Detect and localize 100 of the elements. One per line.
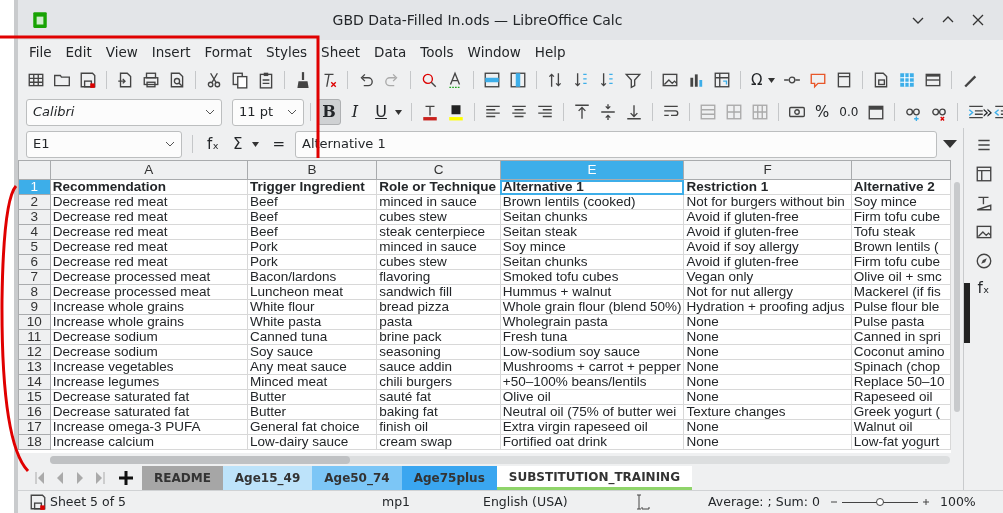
column-header[interactable]: C [376,160,501,180]
align-bottom-icon[interactable] [625,103,643,121]
filter-icon[interactable] [624,71,642,89]
function-wizard-button[interactable]: fₓ [207,136,219,152]
zoom-in-icon[interactable] [922,498,930,506]
export-icon[interactable] [116,71,134,89]
menu-item[interactable]: Edit [58,41,99,63]
menu-item[interactable]: Sheet [314,41,368,63]
special-character-button[interactable]: Ω [751,72,763,88]
print-icon[interactable] [142,71,160,89]
table-cell: Hydration + proofing adjus [683,299,852,315]
font-size-field[interactable]: 11 pt [232,98,304,126]
cut-icon[interactable] [205,71,223,89]
properties-icon[interactable] [974,165,993,183]
caret-icon[interactable] [252,141,260,147]
unmerge-cells-icon[interactable] [725,103,743,121]
table-cell: None [683,359,852,375]
column-header[interactable]: F [683,160,852,180]
sidebar-handle[interactable] [964,283,970,343]
percent-format-button[interactable]: % [815,104,830,120]
corner-cell[interactable] [18,160,51,180]
dropdown-icon[interactable] [165,141,175,147]
table-cell: sauté fat [376,389,501,405]
add-sheet-icon[interactable] [118,470,134,486]
align-middle-icon[interactable] [599,103,617,121]
image-icon[interactable] [661,71,679,89]
spreadsheet-grid[interactable] [18,160,951,450]
sheet-tab[interactable]: Age15_49 [222,466,313,490]
column-header[interactable]: B [247,160,377,180]
table-cell: bread pizza [376,299,501,315]
row-icon[interactable] [483,71,501,89]
menu-item[interactable]: Insert [144,41,198,63]
font-name-field[interactable]: Calibri [26,98,222,126]
italic-button[interactable]: I [343,99,367,125]
find-icon[interactable] [420,71,438,89]
dropdown-icon[interactable] [205,109,215,115]
copy-icon[interactable] [231,71,249,89]
split-window-icon[interactable] [924,71,943,89]
gallery-icon[interactable] [974,223,993,241]
save-icon[interactable] [79,71,97,89]
column-header[interactable]: A [50,160,248,180]
dropdown-icon[interactable] [287,109,297,115]
menu-item[interactable]: Format [197,41,260,63]
sheet-tab[interactable]: SUBSTITUTION_TRAINING [496,466,692,490]
column-icon[interactable] [509,71,527,89]
menu-item[interactable]: Help [527,41,573,63]
menu-item[interactable]: Tools [413,41,461,63]
table-cell: Low-fat yogurt [851,434,951,450]
caret-icon[interactable] [395,109,402,115]
table-cell: Brown lentils (cooked) [500,194,684,210]
number-format-button[interactable]: 0.0 [839,106,859,118]
styles-icon[interactable] [974,194,993,212]
menu-item[interactable]: File [22,41,59,63]
sort-ascending-icon[interactable] [572,71,590,89]
menu-item[interactable]: Styles [259,41,315,63]
align-top-icon[interactable] [573,103,591,121]
more-tools-button[interactable]: » [982,103,993,121]
print-preview-icon[interactable] [168,71,186,89]
close-icon[interactable] [971,13,985,27]
sheet-tab[interactable]: README [142,466,223,490]
underline-button[interactable]: U [369,99,393,125]
paste-icon[interactable] [257,71,275,89]
menu-item[interactable]: Data [367,41,414,63]
table-cell: Not for burgers without bin [683,194,852,210]
table-cell: Recommendation [50,179,248,195]
name-box-field[interactable]: E1 [26,130,182,158]
merge-cells-icon[interactable] [699,103,717,121]
table-cell: Alternative 2 [851,179,951,195]
formula-button[interactable]: = [272,136,285,152]
table-cell: Whole grain flour (blend 50%) [500,299,684,315]
sheet-tab[interactable]: Age50_74 [312,466,402,490]
functions-button[interactable]: fₓ [977,281,990,296]
expand-icon[interactable] [943,140,957,148]
sum-button[interactable]: Σ [232,136,243,152]
horizontal-scrollbar[interactable] [50,455,950,464]
table-cell: Trigger Ingredient [247,179,377,195]
sort-descending-icon[interactable] [598,71,616,89]
calendar-icon[interactable] [867,103,886,121]
table-cell: Decrease red meat [50,194,248,210]
table-cell: Beef [247,224,377,240]
table-icon[interactable] [27,71,45,89]
table-cell: Minced meat [247,374,377,390]
split-cells-icon[interactable] [751,103,769,121]
menu-item[interactable]: Window [460,41,528,63]
navigator-icon[interactable] [974,252,993,270]
highlight-icon[interactable] [447,103,465,121]
font-color-icon[interactable] [421,103,439,121]
comment-icon[interactable] [809,71,828,89]
vertical-scrollbar[interactable] [954,182,960,412]
sheet-tab[interactable]: Age75plus [401,466,497,490]
pivot-table-icon[interactable] [713,71,731,89]
table-cell: None [683,374,852,390]
menu-item[interactable]: View [98,41,145,63]
zoom-slider[interactable] [842,497,918,507]
caret-icon[interactable] [768,77,776,83]
table-cell: Seitan chunks [500,209,684,225]
slider-thumb[interactable] [876,498,884,506]
chart-icon[interactable] [687,71,705,89]
paintbrush-icon[interactable] [294,71,312,89]
sort-icon[interactable] [546,71,564,89]
